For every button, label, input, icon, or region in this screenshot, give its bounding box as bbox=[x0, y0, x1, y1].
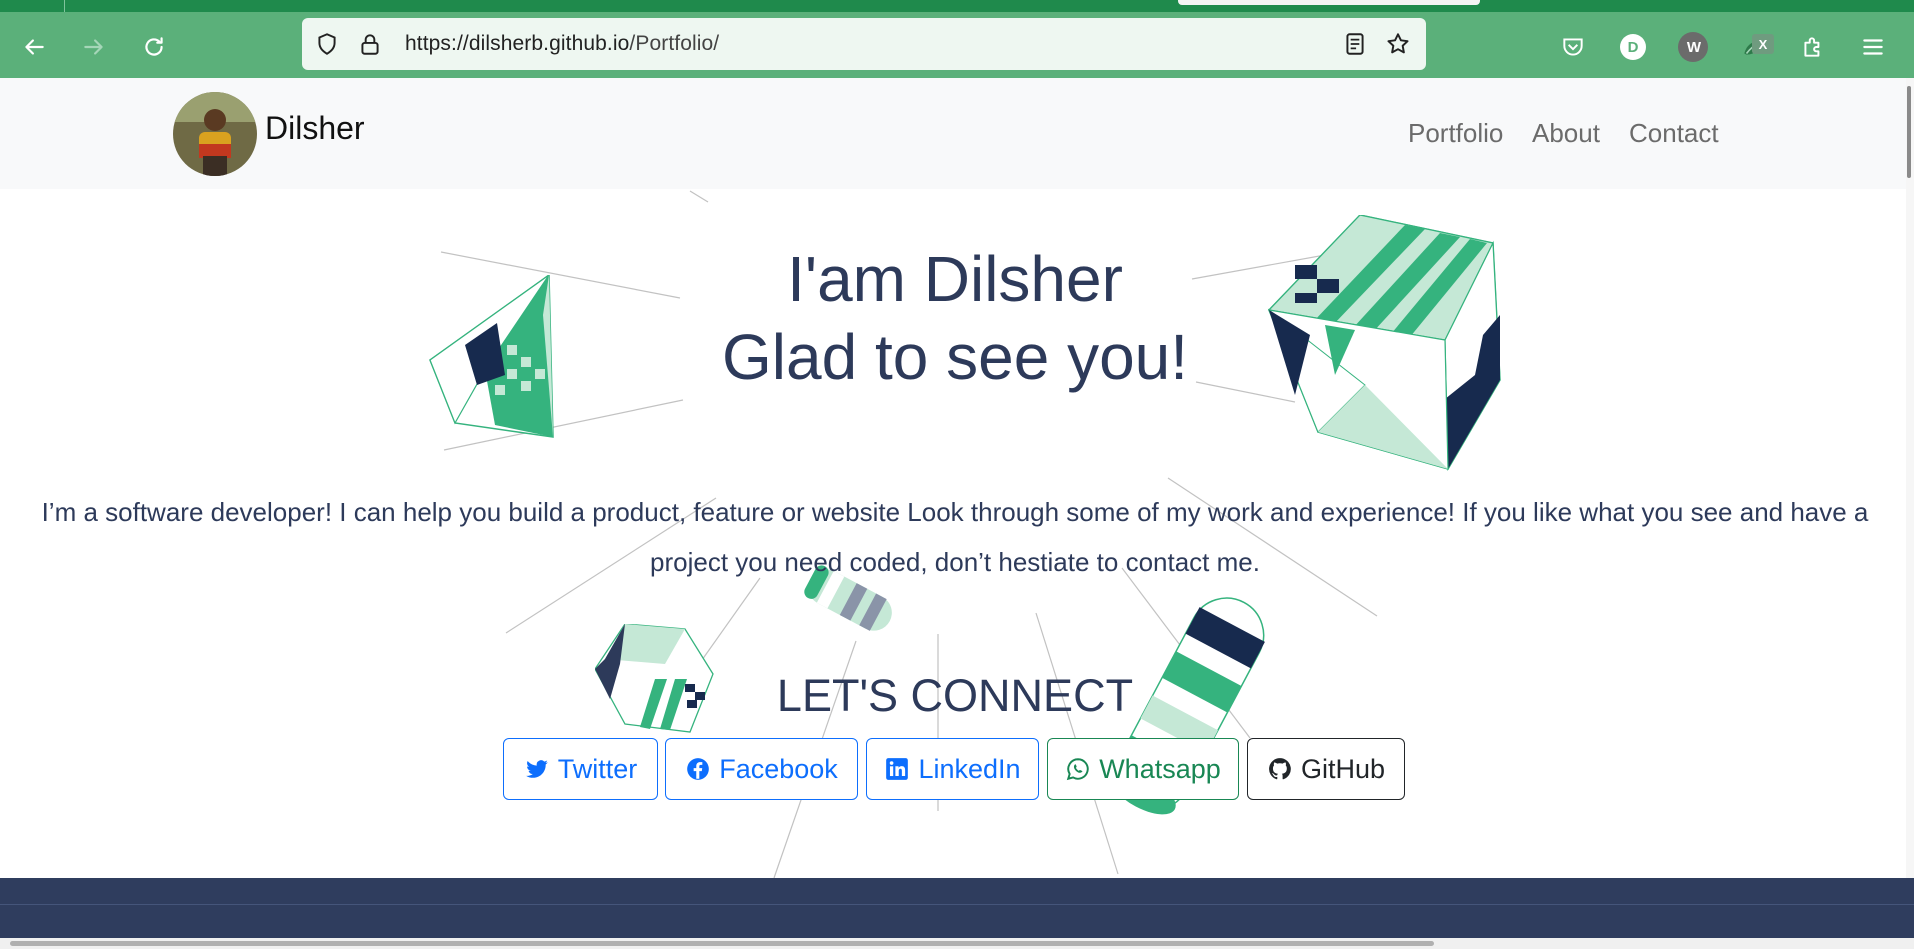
bookmark-star-icon[interactable] bbox=[1385, 31, 1411, 57]
nav-link-portfolio[interactable]: Portfolio bbox=[1408, 118, 1503, 149]
extensions-button[interactable] bbox=[1798, 32, 1828, 62]
forward-button[interactable] bbox=[79, 32, 109, 62]
decorative-pyramid-shape bbox=[429, 275, 554, 438]
vertical-scrollbar[interactable] bbox=[1906, 78, 1914, 878]
reader-view-icon[interactable] bbox=[1342, 31, 1368, 57]
reload-icon bbox=[145, 37, 163, 56]
tab-separator bbox=[64, 0, 65, 12]
lock-icon[interactable] bbox=[357, 31, 383, 57]
linkedin-icon bbox=[886, 758, 909, 780]
url-text[interactable]: https://dilsherb.github.io/Portfolio/ bbox=[405, 32, 719, 56]
browser-tab-strip bbox=[0, 0, 1914, 12]
facebook-icon bbox=[687, 758, 710, 780]
site-navbar: Dilsher Portfolio About Contact bbox=[0, 78, 1906, 189]
github-icon bbox=[1269, 758, 1291, 780]
pocket-button[interactable] bbox=[1558, 32, 1588, 62]
extension-w-button[interactable]: W bbox=[1678, 32, 1708, 62]
nav-link-about[interactable]: About bbox=[1532, 118, 1600, 149]
extension-badge: X bbox=[1752, 34, 1774, 54]
hero-line-2: Glad to see you! bbox=[721, 321, 1189, 393]
nav-link-contact[interactable]: Contact bbox=[1629, 118, 1719, 149]
menu-button[interactable] bbox=[1858, 32, 1888, 62]
profile-avatar-image bbox=[173, 92, 257, 176]
reload-button[interactable] bbox=[139, 32, 169, 62]
horizontal-scrollbar[interactable] bbox=[0, 938, 1914, 949]
facebook-button[interactable]: Facebook bbox=[665, 738, 858, 800]
vertical-scrollbar-thumb[interactable] bbox=[1907, 86, 1911, 178]
hamburger-icon bbox=[1863, 39, 1883, 55]
twitter-label: Twitter bbox=[557, 753, 638, 784]
url-host: https://dilsherb.github.io bbox=[405, 32, 630, 55]
footer-divider bbox=[0, 904, 1914, 905]
whatsapp-icon bbox=[1067, 758, 1089, 781]
arrow-right-icon bbox=[84, 39, 103, 55]
page-viewport: Dilsher Portfolio About Contact I'am Dil… bbox=[0, 78, 1914, 949]
arrow-left-icon bbox=[25, 39, 44, 55]
browser-toolbar: https://dilsherb.github.io/Portfolio/ D … bbox=[0, 12, 1914, 78]
pocket-icon bbox=[1563, 38, 1583, 56]
account-button[interactable]: D bbox=[1618, 32, 1648, 62]
twitter-button[interactable]: Twitter bbox=[503, 738, 658, 800]
linkedin-label: LinkedIn bbox=[918, 753, 1021, 784]
horizontal-scrollbar-thumb[interactable] bbox=[10, 941, 1434, 946]
account-avatar: D bbox=[1620, 34, 1646, 60]
extension-w-avatar: W bbox=[1678, 32, 1708, 62]
site-brand[interactable]: Dilsher bbox=[265, 110, 365, 147]
profile-photo[interactable] bbox=[173, 92, 257, 176]
url-path: /Portfolio/ bbox=[629, 32, 720, 55]
facebook-label: Facebook bbox=[719, 753, 838, 784]
connect-heading: LET'S CONNECT bbox=[776, 670, 1134, 721]
whatsapp-label: Whatsapp bbox=[1099, 753, 1221, 784]
linkedin-button[interactable]: LinkedIn bbox=[866, 738, 1039, 800]
back-button[interactable] bbox=[19, 32, 49, 62]
github-button[interactable]: GitHub bbox=[1247, 738, 1405, 800]
whatsapp-button[interactable]: Whatsapp bbox=[1047, 738, 1239, 800]
shield-icon[interactable] bbox=[314, 31, 340, 57]
intro-paragraph: I’m a software developer! I can help you… bbox=[41, 497, 1869, 577]
twitter-icon bbox=[525, 760, 548, 778]
hero-heading: I'am Dilsher Glad to see you! bbox=[580, 240, 1330, 396]
github-label: GitHub bbox=[1300, 753, 1386, 784]
puzzle-icon bbox=[1804, 37, 1820, 57]
hero-line-1: I'am Dilsher bbox=[787, 243, 1123, 315]
address-bar[interactable]: https://dilsherb.github.io/Portfolio/ bbox=[302, 18, 1426, 70]
active-tab-edge[interactable] bbox=[1178, 0, 1480, 5]
